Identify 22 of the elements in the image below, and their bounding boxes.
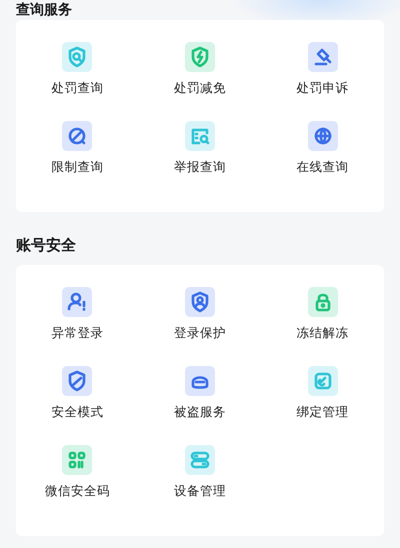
service-label[interactable]: 异常登录 — [51, 325, 104, 342]
service-label[interactable]: 处罚查询 — [51, 80, 104, 97]
service-label[interactable]: 限制查询 — [51, 159, 104, 176]
service-label[interactable]: 安全模式 — [51, 404, 104, 421]
service-label[interactable]: 设备管理 — [174, 483, 226, 500]
service-label[interactable]: 冻结解冻 — [296, 325, 349, 342]
user-alert-icon[interactable] — [62, 287, 92, 317]
service-label[interactable]: 举报查询 — [174, 159, 226, 176]
section-title: 账号安全 — [16, 235, 77, 256]
service-label[interactable]: 登录保护 — [174, 325, 226, 342]
service-label[interactable]: 被盗服务 — [174, 404, 226, 421]
service-label[interactable]: 微信安全码 — [44, 483, 110, 500]
gavel-icon[interactable] — [308, 42, 338, 72]
service-label[interactable]: 处罚减免 — [174, 80, 226, 97]
shield-icon[interactable] — [62, 366, 92, 396]
service-label[interactable]: 处罚申诉 — [296, 80, 349, 97]
blocked-search-icon[interactable] — [62, 121, 92, 151]
section-title: 查询服务 — [16, 1, 73, 20]
shield-user-icon[interactable] — [184, 287, 215, 317]
service-label[interactable]: 在线查询 — [296, 159, 349, 176]
service-label[interactable]: 绑定管理 — [296, 404, 349, 421]
globe-search-icon[interactable] — [308, 121, 338, 151]
